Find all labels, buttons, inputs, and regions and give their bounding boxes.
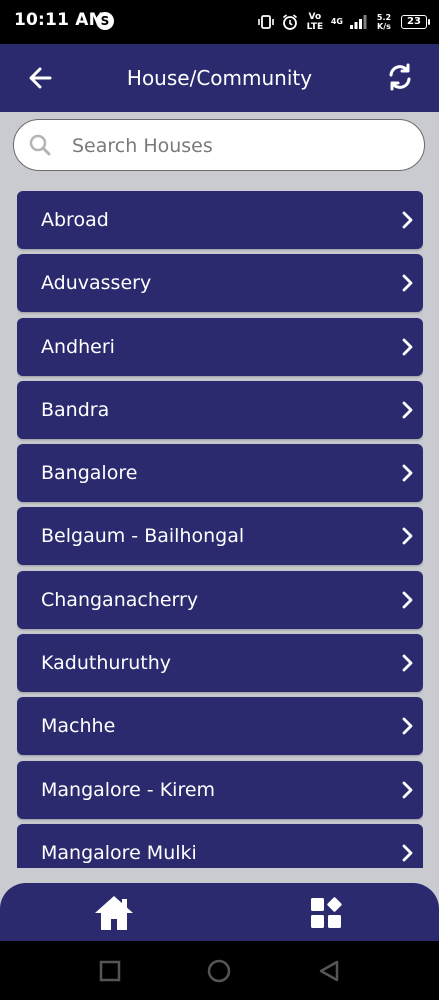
house-name-label: Belgaum - Bailhongal [41,525,245,548]
house-name-label: Bandra [41,398,110,421]
house-list-item[interactable]: Mangalore - Kirem [17,760,423,819]
signal-icon [350,15,367,29]
network-type: 4G [330,17,343,26]
status-icons: Vo LTE 4G 5.2 K/s 23 [257,11,430,33]
chevron-right-icon [402,274,413,292]
house-name-label: Andheri [41,335,115,358]
house-name-label: Machhe [41,715,116,738]
page-title: House/Community [126,66,313,90]
status-bar: 10:11 AM S Vo LTE 4G 5.2 K/s 23 [0,0,439,44]
house-name-label: Aduvassery [41,272,152,295]
house-list-item[interactable]: Abroad [17,191,423,249]
house-list-item[interactable]: Aduvassery [17,254,423,313]
house-name-label: Mangalore - Kirem [41,778,216,801]
battery-indicator: 23 [401,15,430,29]
house-list-item[interactable]: Machhe [17,697,423,756]
recents-button[interactable] [98,959,122,983]
alarm-icon [282,14,297,30]
status-time: 10:11 AM [14,10,106,30]
triangle-back-icon [319,960,339,982]
search-icon [29,134,51,156]
chevron-right-icon [402,338,413,355]
app-notification-badge: S [96,12,114,30]
house-name-label: Changanacherry [41,588,199,611]
chevron-right-icon [402,211,413,229]
square-icon [99,960,121,982]
house-name-label: Kaduthuruthy [41,652,171,675]
search-bar[interactable] [13,119,425,171]
house-list-item[interactable]: Andheri [17,317,423,376]
volte-indicator: Vo LTE [306,12,324,32]
system-nav-bar [0,941,439,1000]
house-list-item[interactable]: Changanacherry [17,570,423,629]
chevron-right-icon [402,591,413,609]
house-name-label: Bangalore [41,462,138,485]
house-list-item[interactable]: Belgaum - Bailhongal [17,507,423,566]
chevron-right-icon [402,528,413,545]
chevron-right-icon [402,844,413,862]
home-icon [95,896,133,930]
screen: 10:11 AM S Vo LTE 4G 5.2 K/s 23 House/Co… [0,0,439,1000]
bottom-nav [0,883,439,941]
chevron-right-icon [402,781,413,799]
home-system-button[interactable] [207,959,231,983]
back-system-button[interactable] [317,959,341,983]
house-name-label: Abroad [41,209,109,231]
chevron-right-icon [402,717,413,735]
vibrate-icon [258,15,274,29]
house-list: Abroad Aduvassery Andheri Bandra Bangalore Be… [17,191,423,868]
search-input[interactable] [70,130,414,162]
battery-level: 23 [407,16,421,27]
house-list-item[interactable]: Kaduthuruthy [17,634,423,693]
nav-dashboard-button[interactable] [308,895,344,931]
network-speed: 5.2 K/s [376,13,392,31]
chevron-right-icon [402,401,413,419]
refresh-icon [389,63,411,91]
house-name-label: Mangalore Mulki [41,841,197,864]
chevron-right-icon [402,464,413,482]
circle-icon [207,959,231,983]
house-list-item[interactable]: Bandra [17,380,423,439]
house-list-item[interactable]: Bangalore [17,444,423,503]
refresh-button[interactable] [385,62,415,92]
house-list-item[interactable]: Mangalore Mulki [17,823,423,868]
chevron-right-icon [402,654,413,672]
grid-icon [311,897,342,928]
app-header: House/Community [0,44,439,112]
nav-home-button[interactable] [92,893,136,933]
